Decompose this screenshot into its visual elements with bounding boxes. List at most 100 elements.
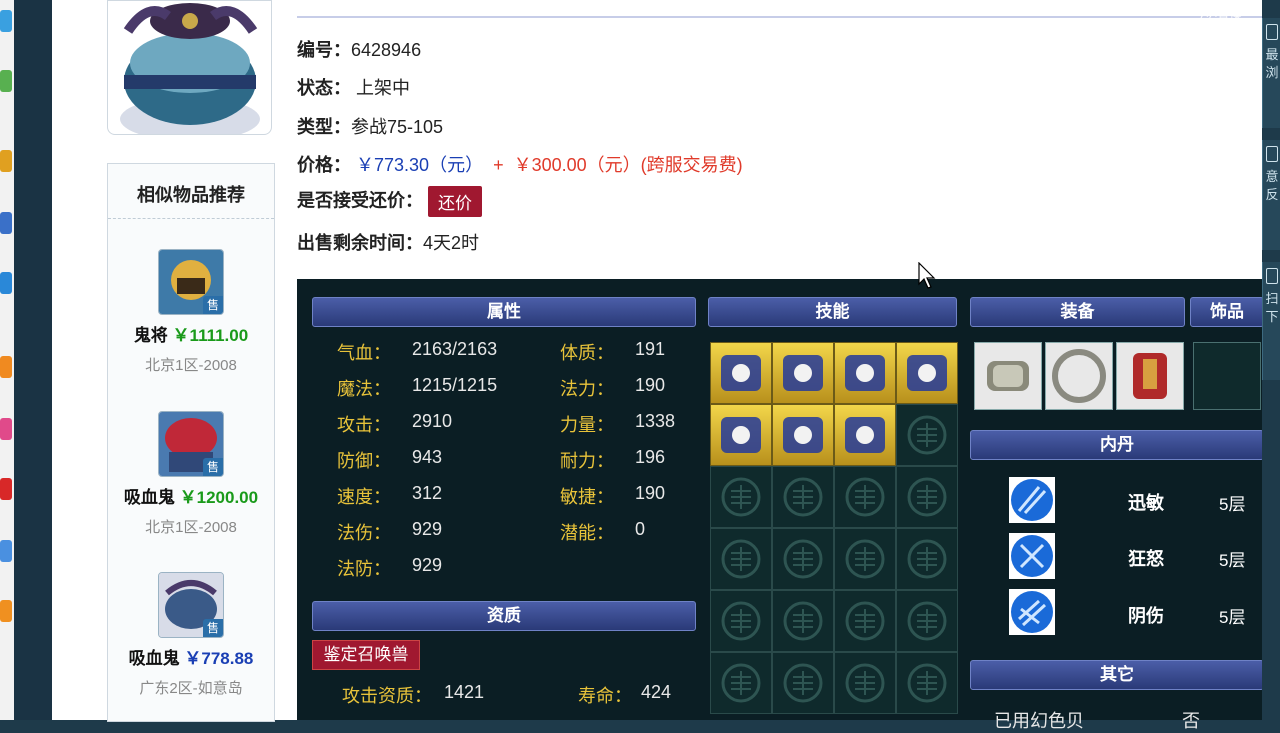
wing-skill-icon[interactable] bbox=[710, 404, 772, 466]
empty-skill-slot[interactable] bbox=[772, 590, 834, 652]
attr-key: 法力： bbox=[560, 379, 614, 399]
app-icon[interactable] bbox=[0, 10, 12, 32]
ornament-header: 饰品 bbox=[1190, 297, 1264, 327]
pet-thumbnail[interactable]: 售 bbox=[158, 572, 224, 638]
jaw-skill-icon[interactable] bbox=[772, 342, 834, 404]
attr-key: 潜能： bbox=[560, 523, 614, 543]
equipment-slot[interactable] bbox=[1116, 342, 1184, 410]
sale-tag: 售 bbox=[203, 458, 223, 476]
neidan-rage-icon[interactable] bbox=[1009, 533, 1055, 579]
empty-skill-slot[interactable] bbox=[896, 590, 958, 652]
history-icon bbox=[1266, 24, 1278, 40]
equipment-header: 装备 bbox=[970, 297, 1185, 327]
feedback-button[interactable]: 意反 bbox=[1262, 140, 1280, 250]
app-icon[interactable] bbox=[0, 212, 12, 234]
pet-thumbnail[interactable]: 售 bbox=[158, 249, 224, 315]
attr-key: 气血： bbox=[337, 343, 391, 363]
other-row: 已用幻色贝 bbox=[994, 707, 1084, 733]
side-button-label: 意反 bbox=[1265, 169, 1279, 202]
app-icon[interactable] bbox=[0, 356, 12, 378]
sword-skill-icon[interactable] bbox=[834, 342, 896, 404]
ornament-slot[interactable] bbox=[1193, 342, 1261, 410]
empty-skill-slot[interactable] bbox=[896, 466, 958, 528]
similar-item[interactable]: 售 鬼将 ￥1111.00 北京1区-2008 bbox=[108, 249, 274, 375]
attr-key: 法伤： bbox=[337, 523, 391, 543]
empty-skill-slot[interactable] bbox=[772, 528, 834, 590]
attr-row: 法防： bbox=[337, 555, 391, 581]
similar-item[interactable]: 售 吸血鬼 ￥1200.00 北京1区-2008 bbox=[108, 411, 274, 537]
similar-item-server: 广东2区-如意岛 bbox=[139, 680, 243, 697]
item-status-row: 状态： 上架中 bbox=[297, 74, 410, 100]
neidan-name: 狂怒 bbox=[1128, 549, 1164, 569]
empty-skill-slot[interactable] bbox=[772, 466, 834, 528]
side-button-label: 扫下 bbox=[1265, 291, 1279, 324]
os-taskbar bbox=[0, 0, 14, 720]
app-icon[interactable] bbox=[0, 540, 12, 562]
similar-item[interactable]: 售 吸血鬼 ￥778.88 广东2区-如意岛 bbox=[108, 572, 274, 698]
item-type-row: 类型：参战75-105 bbox=[297, 113, 443, 139]
empty-skill-slot[interactable] bbox=[896, 652, 958, 714]
similar-item-name: 吸血鬼 bbox=[128, 649, 180, 668]
empty-skill-slot[interactable] bbox=[896, 528, 958, 590]
attr-key: 耐力： bbox=[560, 451, 614, 471]
empty-skill-slot[interactable] bbox=[710, 466, 772, 528]
attr-key: 法防： bbox=[337, 559, 391, 579]
scan-download-button[interactable]: 扫下 bbox=[1262, 262, 1280, 380]
similar-items-title: 相似物品推荐 bbox=[108, 164, 274, 219]
empty-skill-slot[interactable] bbox=[834, 528, 896, 590]
empty-skill-slot[interactable] bbox=[896, 404, 958, 466]
item-detail-page: 相似物品推荐 售 鬼将 ￥1111.00 北京1区-2008 售 吸血鬼 ￥12… bbox=[52, 0, 1264, 731]
item-type-value: 参战75-105 bbox=[351, 117, 444, 137]
spirit-skill-icon[interactable] bbox=[772, 404, 834, 466]
neidan-level: 5层 bbox=[1219, 495, 1246, 514]
neidan-shadow-icon[interactable] bbox=[1009, 589, 1055, 635]
aptitude-key: 攻击资质： bbox=[342, 686, 432, 706]
empty-skill-slot[interactable] bbox=[834, 652, 896, 714]
attr-row: 1338 bbox=[635, 411, 675, 432]
empty-skill-slot[interactable] bbox=[710, 590, 772, 652]
attr-row: 法伤： bbox=[337, 519, 391, 545]
mouse-cursor-icon bbox=[918, 262, 936, 289]
bargain-button[interactable]: 还价 bbox=[428, 186, 483, 217]
app-icon[interactable] bbox=[0, 272, 12, 294]
other-row: 否 bbox=[1182, 707, 1200, 733]
cup-skill-icon[interactable] bbox=[834, 404, 896, 466]
app-icon[interactable] bbox=[0, 478, 12, 500]
similar-item-label: 吸血鬼 ￥778.88 bbox=[108, 644, 274, 669]
app-icon[interactable] bbox=[0, 70, 12, 92]
empty-skill-slot[interactable] bbox=[834, 466, 896, 528]
identify-pet-button[interactable]: 鉴定召唤兽 bbox=[312, 640, 420, 670]
item-id-value: 6428946 bbox=[351, 40, 422, 60]
remaining-time-row: 出售剩余时间：4天2时 bbox=[297, 229, 479, 255]
empty-skill-slot[interactable] bbox=[710, 652, 772, 714]
sale-tag: 售 bbox=[203, 619, 223, 637]
empty-skill-slot[interactable] bbox=[710, 528, 772, 590]
app-icon[interactable] bbox=[0, 418, 12, 440]
remaining-time-value: 4天2时 bbox=[423, 233, 480, 253]
attr-row: 气血： bbox=[337, 339, 391, 365]
aptitude-row: 1421 bbox=[444, 682, 484, 703]
attr-row: 943 bbox=[412, 447, 442, 468]
attr-row: 潜能： bbox=[560, 519, 614, 545]
equipment-slot[interactable] bbox=[1045, 342, 1113, 410]
app-icon[interactable] bbox=[0, 600, 12, 622]
item-id-label: 编号： bbox=[297, 40, 351, 60]
attr-value: 2163/2163 bbox=[412, 339, 498, 359]
app-icon[interactable] bbox=[0, 150, 12, 172]
item-price-label: 价格： bbox=[297, 155, 351, 175]
eye-skill-icon[interactable] bbox=[710, 342, 772, 404]
stream-watermark-small: CC直播 bbox=[1200, 12, 1242, 26]
attr-key: 防御： bbox=[337, 451, 391, 471]
empty-skill-slot[interactable] bbox=[834, 590, 896, 652]
neidan-swift-icon[interactable] bbox=[1009, 477, 1055, 523]
price-plus: + bbox=[493, 155, 504, 175]
bow-skill-icon[interactable] bbox=[896, 342, 958, 404]
recent-views-button[interactable]: 最浏 bbox=[1262, 18, 1280, 128]
attr-row: 929 bbox=[412, 519, 442, 540]
pet-thumbnail[interactable]: 售 bbox=[158, 411, 224, 477]
attr-row: 0 bbox=[635, 519, 645, 540]
attr-value: 191 bbox=[635, 339, 666, 359]
empty-skill-slot[interactable] bbox=[772, 652, 834, 714]
equipment-slot[interactable] bbox=[974, 342, 1042, 410]
attr-key: 魔法： bbox=[337, 379, 391, 399]
